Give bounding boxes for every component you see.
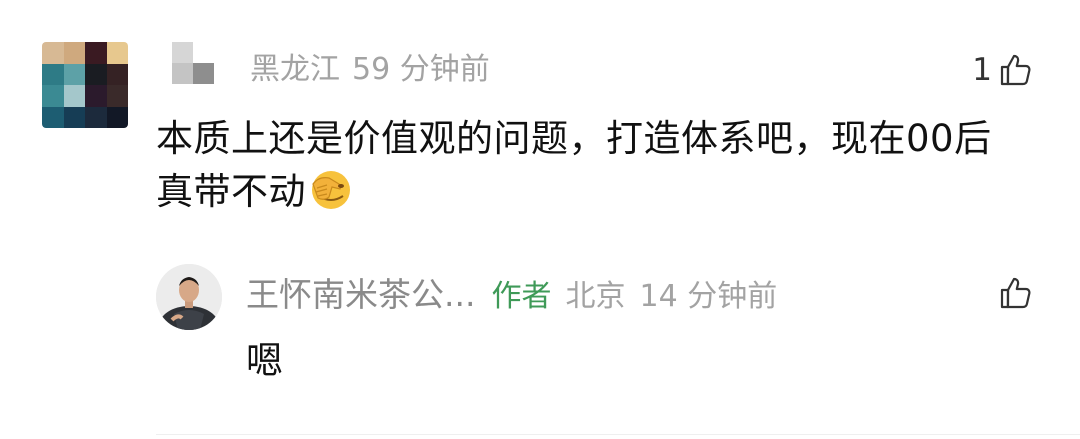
- reply-location: 北京: [565, 279, 626, 314]
- comment-body: 本质上还是价值观的问题，打造体系吧，现在00后真带不动: [156, 112, 1016, 218]
- author-badge: 作者: [491, 279, 552, 314]
- comment-like-button[interactable]: 1: [972, 48, 1034, 92]
- reply-like-button[interactable]: [998, 275, 1034, 311]
- comment-text: 本质上还是价值观的问题，打造体系吧，现在00后真带不动: [156, 117, 992, 213]
- reply-avatar[interactable]: [156, 264, 222, 330]
- commenter-avatar[interactable]: [42, 42, 128, 128]
- divider: [156, 434, 1080, 435]
- comment-time: 59 分钟前: [352, 52, 490, 87]
- comment-like-count: 1: [972, 52, 992, 88]
- person-photo-icon: [156, 264, 222, 330]
- comment-location: 黑龙江: [250, 52, 340, 87]
- comment-thread: 黑龙江 59 分钟前 1 本质上还是价值观的问题，打造体系吧，现在00后真带不动: [0, 0, 1080, 439]
- comment-meta: 黑龙江 59 分钟前: [250, 50, 490, 90]
- reply-meta: 王怀南米茶公... 作者 北京 14 分钟前: [246, 272, 777, 318]
- thumbs-up-icon: [1000, 54, 1031, 86]
- reply-username[interactable]: 王怀南米茶公...: [246, 275, 475, 314]
- facepalm-emoji: [312, 171, 350, 209]
- thumbs-up-icon: [1000, 277, 1031, 309]
- reply-time: 14 分钟前: [639, 279, 778, 314]
- reply-body: 嗯: [246, 339, 283, 382]
- commenter-name-redacted: [172, 42, 214, 84]
